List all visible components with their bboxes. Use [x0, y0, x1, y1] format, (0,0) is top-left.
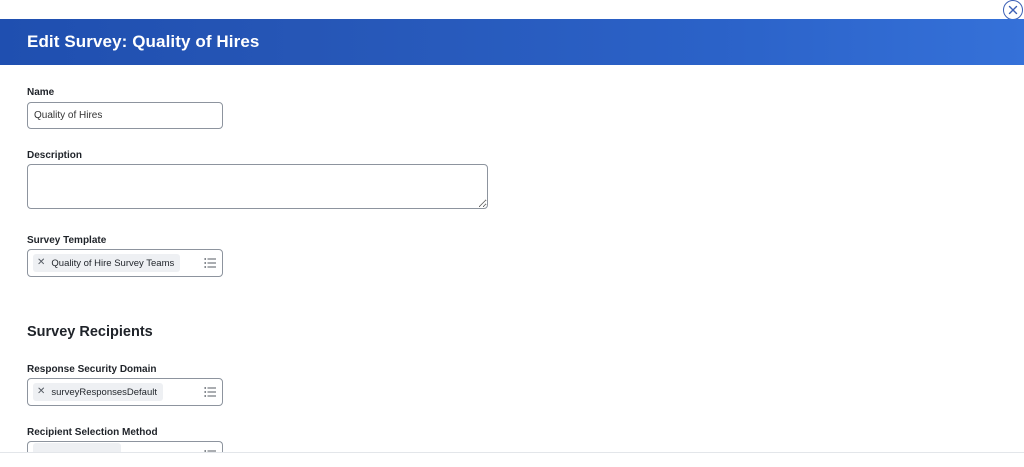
page-title: Edit Survey: Quality of Hires: [27, 32, 260, 51]
survey-template-value: Quality of Hire Survey Teams: [51, 257, 175, 269]
recipient-selection-method-label: Recipient Selection Method: [27, 427, 158, 438]
recipient-selection-method-field[interactable]: [27, 441, 223, 452]
selected-item-pill: [33, 443, 121, 452]
survey-template-label: Survey Template: [27, 235, 107, 246]
name-input[interactable]: [27, 102, 223, 129]
name-label: Name: [27, 87, 55, 98]
response-security-domain-label: Response Security Domain: [27, 364, 157, 375]
survey-recipients-heading: Survey Recipients: [27, 324, 153, 340]
survey-template-field[interactable]: ✕ Quality of Hire Survey Teams: [27, 249, 223, 277]
close-icon[interactable]: [1003, 0, 1023, 20]
list-icon[interactable]: [204, 257, 216, 269]
list-icon[interactable]: [204, 386, 216, 398]
response-security-domain-field[interactable]: ✕ surveyResponsesDefault: [27, 378, 223, 406]
remove-x-icon[interactable]: ✕: [37, 387, 45, 397]
footer-divider: [0, 452, 1024, 453]
response-security-domain-value: surveyResponsesDefault: [51, 386, 157, 398]
selected-item-pill: ✕ surveyResponsesDefault: [33, 383, 163, 401]
selected-item-pill: ✕ Quality of Hire Survey Teams: [33, 254, 181, 272]
page-header: Edit Survey: Quality of Hires: [0, 19, 1024, 65]
edit-survey-page: Edit Survey: Quality of Hires Name Descr…: [0, 0, 1024, 467]
remove-x-icon[interactable]: ✕: [37, 258, 45, 268]
description-label: Description: [27, 150, 83, 161]
description-textarea[interactable]: [27, 164, 488, 209]
